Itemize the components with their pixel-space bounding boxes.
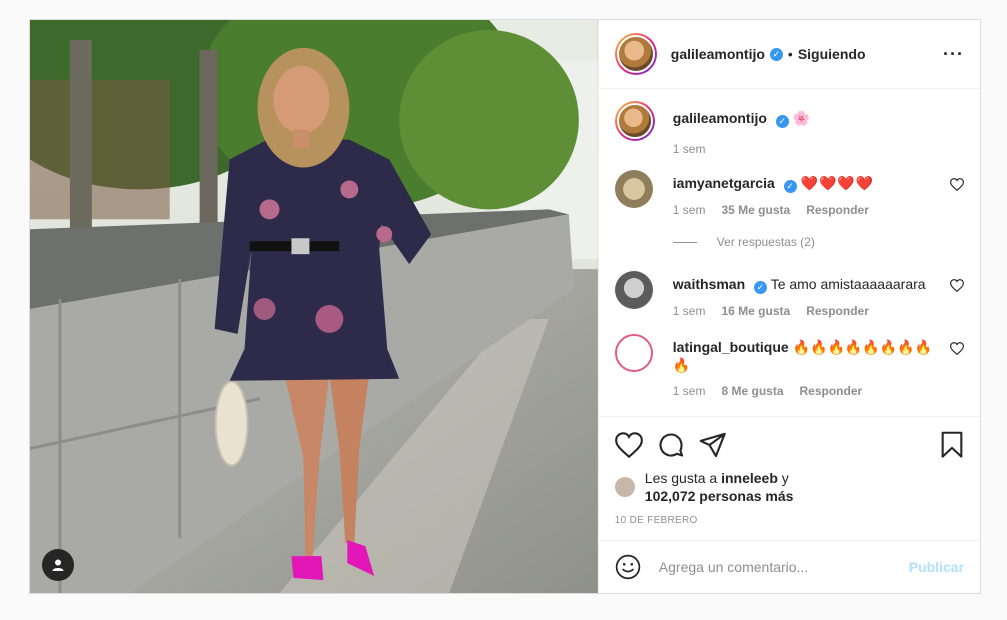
comment-text: ❤️❤️❤️❤️	[800, 175, 875, 191]
commenter-avatar[interactable]	[614, 271, 653, 309]
verified-badge-icon: ✓	[783, 180, 797, 193]
comment-username[interactable]: iamyanetgarcia	[673, 175, 775, 191]
post-date[interactable]: 10 DE FEBRERO	[615, 515, 964, 526]
more-options-icon[interactable]: ···	[943, 44, 964, 65]
comment-likes[interactable]: 35 Me gusta	[721, 203, 790, 217]
comment-username[interactable]: latingal_boutique	[673, 339, 789, 355]
caption-row: galileamontijo ✓ 🌸 1 sem	[614, 101, 964, 156]
comment-username[interactable]: waithsman	[673, 276, 745, 292]
author-avatar[interactable]	[614, 33, 657, 75]
add-comment-bar: Publicar	[598, 540, 980, 593]
likes-summary[interactable]: Les gusta a inneleeb y 102,072 personas …	[614, 469, 964, 505]
caption-emoji: 🌸	[792, 110, 811, 126]
comment-item: iamyanetgarcia ✓ ❤️❤️❤️❤️ 1 sem 35 Me gu…	[614, 170, 964, 217]
like-heart-icon[interactable]	[614, 432, 643, 458]
caption-avatar[interactable]	[614, 101, 655, 141]
likes-user[interactable]: inneleeb	[721, 470, 778, 486]
verified-badge-icon: ✓	[754, 281, 768, 294]
comment-likes[interactable]: 8 Me gusta	[721, 384, 783, 398]
comment-input[interactable]	[658, 559, 909, 575]
post-actions: Les gusta a inneleeb y 102,072 personas …	[598, 416, 980, 540]
photo-scene	[30, 20, 598, 593]
comment-likes[interactable]: 16 Me gusta	[721, 304, 790, 318]
user-icon	[52, 559, 64, 571]
caption-username[interactable]: galileamontijo	[673, 110, 767, 126]
verified-badge-icon: ✓	[775, 115, 789, 128]
tagged-users-button[interactable]	[42, 549, 74, 581]
author-username[interactable]: galileamontijo	[671, 46, 765, 62]
likes-mid: y	[781, 470, 789, 486]
separator-dot: •	[787, 46, 793, 62]
comment-text: Te amo amistaaaaaarara	[770, 276, 926, 292]
likes-prefix: Les gusta a	[644, 470, 718, 486]
liker-avatar[interactable]	[614, 477, 635, 497]
like-comment-heart-icon[interactable]	[950, 178, 964, 191]
comment-time[interactable]: 1 sem	[673, 384, 706, 398]
post-side-panel: galileamontijo ✓ • Siguiendo ··· galilea…	[597, 20, 980, 593]
share-send-icon[interactable]	[699, 432, 727, 458]
verified-badge-icon: ✓	[769, 47, 783, 61]
comment-item: latingal_boutique 🔥🔥🔥🔥🔥🔥🔥🔥🔥 1 sem 8 Me g…	[614, 334, 964, 398]
reply-button[interactable]: Responder	[806, 203, 869, 217]
likes-count[interactable]: 102,072 personas más	[645, 488, 794, 504]
emoji-smile-icon[interactable]	[615, 554, 641, 580]
reply-button[interactable]: Responder	[800, 384, 863, 398]
comment-time[interactable]: 1 sem	[673, 203, 706, 217]
comments-list[interactable]: galileamontijo ✓ 🌸 1 sem iamyanetgarcia …	[599, 89, 980, 416]
commenter-avatar[interactable]	[614, 334, 653, 372]
comment-time[interactable]: 1 sem	[673, 304, 706, 318]
post-header: galileamontijo ✓ • Siguiendo ···	[598, 20, 980, 89]
publish-button[interactable]: Publicar	[909, 559, 964, 575]
like-comment-heart-icon[interactable]	[950, 342, 964, 355]
view-replies-button[interactable]: Ver respuestas (2)	[673, 235, 964, 249]
reply-button[interactable]: Responder	[806, 304, 869, 318]
follow-status-button[interactable]: Siguiendo	[798, 46, 866, 62]
save-bookmark-icon[interactable]	[940, 431, 964, 459]
comment-item: waithsman ✓ Te amo amistaaaaaarara 1 sem…	[614, 271, 964, 318]
commenter-avatar[interactable]	[614, 170, 653, 208]
comment-bubble-icon[interactable]	[657, 431, 685, 459]
like-comment-heart-icon[interactable]	[950, 279, 964, 292]
post-photo[interactable]	[30, 20, 598, 593]
instagram-post: galileamontijo ✓ • Siguiendo ··· galilea…	[29, 19, 981, 594]
caption-time[interactable]: 1 sem	[673, 142, 706, 156]
